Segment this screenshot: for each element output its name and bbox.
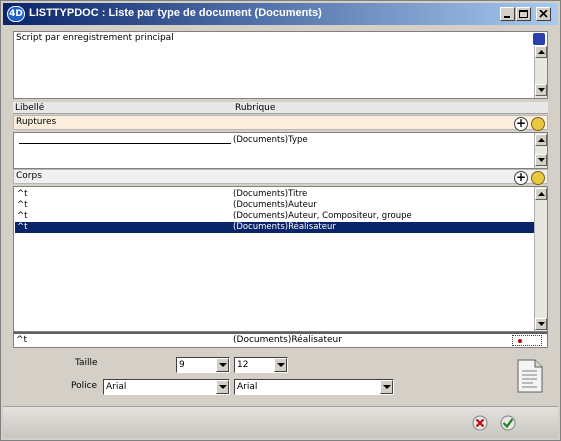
field-size-select[interactable]: 12 [234,357,288,373]
body-section-header: Corps + [13,169,548,185]
row-field: (Documents)Auteur, Compositeur, groupe [233,211,412,221]
eraser-icon[interactable] [531,171,545,185]
scroll-up-button[interactable] [535,134,547,146]
ok-checkmark-icon[interactable] [500,415,516,431]
breaks-section-title: Ruptures [16,117,57,127]
table-row[interactable]: ^t (Documents)Titre [15,189,534,200]
row-field: (Documents)Titre [233,189,308,199]
add-break-button[interactable]: + [514,117,528,131]
chevron-down-icon[interactable] [216,358,229,372]
chevron-down-icon[interactable] [380,380,393,394]
font-label: Police [71,381,98,391]
field-column-header: Rubrique [235,103,276,113]
row-label: ^t [17,211,28,221]
column-header: Libellé Rubrique [13,102,548,114]
subtotal-label: ^t [16,335,28,345]
minimize-button[interactable] [500,7,515,21]
script-scrollbar[interactable] [534,46,547,98]
table-row[interactable]: ^t (Documents)Auteur [15,200,534,211]
row-label: ^t [17,189,28,199]
record-marker-button[interactable] [512,335,542,346]
row-field: (Documents)Auteur [233,200,317,210]
field-font-value: Arial [237,382,258,392]
subtotal-field: (Documents)Réalisateur [233,335,342,345]
body-section-title: Corps [16,171,42,181]
window-title: LISTTYPDOC : Liste par type de document … [29,7,322,19]
scroll-up-button[interactable] [535,46,547,58]
chevron-down-icon[interactable] [274,358,287,372]
dialog-button-bar [3,406,558,438]
scroll-down-button[interactable] [535,154,547,166]
field-font-select[interactable]: Arial [234,379,394,395]
row-label: ^t [17,200,28,210]
size-label: Taille [75,358,98,368]
app-logo-icon: 4D [7,6,25,22]
script-icon[interactable] [533,33,545,45]
report-document-icon[interactable] [517,359,543,393]
row-field: (Documents)Réalisateur [233,222,336,232]
label-size-select[interactable]: 9 [176,357,230,373]
breaks-scrollbar[interactable] [534,133,547,168]
add-body-line-button[interactable]: + [514,171,528,185]
scroll-down-button[interactable] [535,84,547,96]
break-field: (Documents)Type [233,135,308,145]
report-editor-window: 4D LISTTYPDOC : Liste par type de docume… [0,0,561,441]
chevron-down-icon[interactable] [216,380,229,394]
scroll-up-button[interactable] [535,188,547,200]
close-window-button[interactable] [536,7,551,21]
breaks-list[interactable]: (Documents)Type [13,132,548,169]
script-panel-label: Script par enregistrement principal [16,33,174,43]
label-column-header: Libellé [15,103,45,113]
list-item[interactable]: (Documents)Type [15,135,534,146]
eraser-icon[interactable] [531,117,545,131]
break-divider-line [19,143,231,144]
label-font-value: Arial [106,382,127,392]
label-size-value: 9 [179,360,185,370]
subtotal-row[interactable]: ^t (Documents)Réalisateur [13,332,548,348]
label-font-select[interactable]: Arial [103,379,230,395]
body-scrollbar[interactable] [534,187,547,331]
field-size-value: 12 [237,360,249,370]
maximize-button[interactable] [516,7,531,21]
table-row[interactable]: ^t (Documents)Auteur, Compositeur, group… [15,211,534,222]
scroll-down-button[interactable] [535,318,547,330]
title-bar[interactable]: 4D LISTTYPDOC : Liste par type de docume… [3,3,558,25]
cancel-icon[interactable] [472,415,488,431]
breaks-section-header: Ruptures + [13,115,548,131]
table-row-selected[interactable]: ^t (Documents)Réalisateur [15,222,534,233]
script-panel[interactable]: Script par enregistrement principal [13,31,548,99]
row-label: ^t [17,222,28,232]
body-list[interactable]: ^t (Documents)Titre ^t (Documents)Auteur… [13,186,548,332]
